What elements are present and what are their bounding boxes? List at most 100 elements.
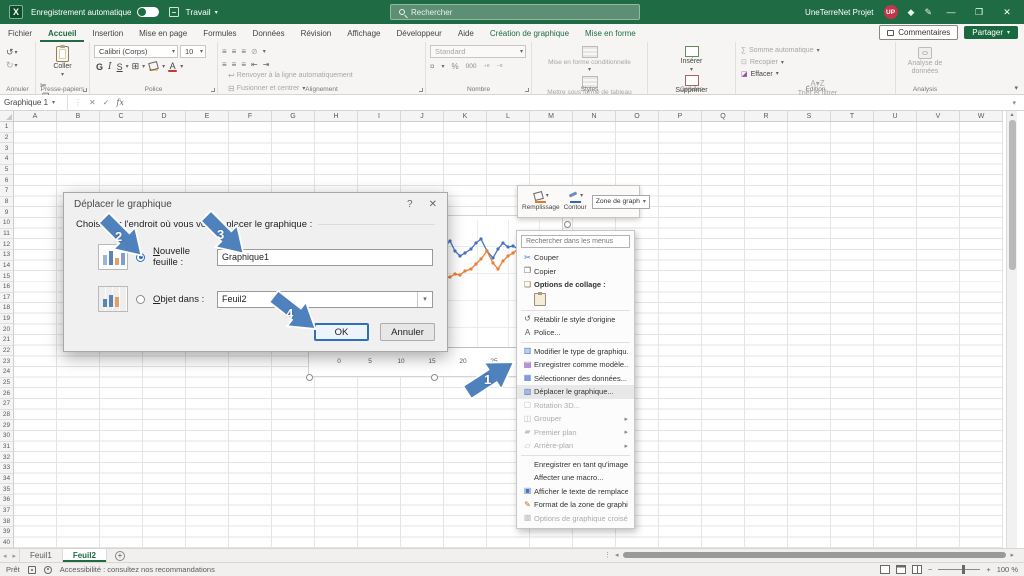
autosave-toggle[interactable] [136, 7, 159, 17]
column-header-I[interactable]: I [358, 111, 401, 121]
workbook-name[interactable]: Travail ▾ [186, 7, 218, 17]
ok-button[interactable]: OK [314, 323, 369, 341]
sheet-nav-right-icon[interactable]: ▸ [10, 552, 20, 560]
column-header-P[interactable]: P [659, 111, 702, 121]
tab-accueil[interactable]: Accueil [40, 26, 84, 42]
avatar[interactable]: UP [883, 5, 898, 19]
menu-item-options-graphique-croise[interactable]: ▩ Options de graphique croisé... [517, 512, 634, 526]
comments-button[interactable]: Commentaires [879, 25, 959, 40]
increase-indent-icon[interactable]: ⇥ [263, 60, 270, 69]
menu-item-enregistrer-comme-modele[interactable]: ▤ Enregistrer comme modèle... [517, 358, 634, 372]
menu-item-options-de-collage[interactable]: ❏ Options de collage : [517, 278, 634, 292]
row-header-31[interactable]: 31 [0, 442, 13, 453]
align-top-icon[interactable]: ≡ [222, 47, 227, 56]
align-left-icon[interactable]: ≡ [222, 60, 227, 69]
menu-item-copier[interactable]: ❐ Copier [517, 265, 634, 279]
drag-handle-icon[interactable]: ⋮ [604, 551, 611, 559]
align-bottom-icon[interactable]: ≡ [241, 47, 246, 56]
save-icon[interactable] [168, 7, 179, 17]
row-header-24[interactable]: 24 [0, 367, 13, 378]
row-header-11[interactable]: 11 [0, 229, 13, 240]
menu-item-format-zone-graphique[interactable]: ✎ Format de la zone de graphi... [517, 498, 634, 512]
row-header-15[interactable]: 15 [0, 271, 13, 282]
wrap-text-button[interactable]: ↩ Renvoyer à la ligne automatiquement [228, 71, 421, 80]
row-header-40[interactable]: 40 [0, 538, 13, 549]
outline-button[interactable]: ▾ Contour [563, 192, 588, 211]
row-header-25[interactable]: 25 [0, 378, 13, 389]
conditional-formatting-button[interactable]: Mise en forme conditionnelle ▾ [536, 45, 643, 75]
menu-item-enregistrer-image[interactable]: Enregistrer en tant qu'image... [517, 458, 634, 472]
insert-cells-button[interactable]: Insérer ▾ [652, 45, 731, 74]
help-icon[interactable]: ? [407, 199, 413, 210]
autosave-toggle-group[interactable]: Enregistrement automatique [31, 7, 159, 17]
column-header-V[interactable]: V [917, 111, 960, 121]
select-all-corner[interactable] [0, 111, 14, 121]
column-header-R[interactable]: R [745, 111, 788, 121]
menu-item-affecter-macro[interactable]: Affecter une macro... [517, 471, 634, 485]
fill-button[interactable]: ⊡ Recopier ▾ [740, 58, 891, 68]
scroll-up-icon[interactable]: ▴ [1010, 111, 1013, 118]
tab-affichage[interactable]: Affichage [339, 26, 388, 42]
menu-search-box[interactable] [521, 235, 630, 248]
column-header-E[interactable]: E [186, 111, 229, 121]
font-family-combo[interactable]: Calibri (Corps) ▾ [94, 45, 178, 58]
row-header-38[interactable]: 38 [0, 516, 13, 527]
name-box[interactable]: Graphique 1 ▾ [0, 95, 68, 110]
scroll-right-icon[interactable]: ▸ [1010, 551, 1014, 559]
row-headers[interactable]: 1 2 3 4 5 6 7 8 9 10 11 12 13 14 15 16 17 18 19 20 21 22 23 24 2… [0, 122, 14, 549]
page-layout-view-icon[interactable] [895, 565, 906, 574]
close-button[interactable]: ✕ [998, 7, 1016, 18]
clear-button[interactable]: ◪ Effacer ▾ [740, 70, 891, 80]
column-header-A[interactable]: A [14, 111, 57, 121]
row-header-20[interactable]: 20 [0, 324, 13, 336]
row-header-17[interactable]: 17 [0, 293, 13, 304]
paste-option-icon[interactable] [534, 292, 546, 306]
align-middle-icon[interactable]: ≡ [232, 47, 237, 56]
tab-insertion[interactable]: Insertion [84, 26, 131, 42]
horizontal-scroll-thumb[interactable] [622, 552, 1007, 558]
row-header-22[interactable]: 22 [0, 346, 13, 357]
column-header-N[interactable]: N [573, 111, 616, 121]
column-header-F[interactable]: F [229, 111, 272, 121]
formula-input[interactable] [129, 95, 1013, 110]
column-header-O[interactable]: O [616, 111, 659, 121]
fill-button[interactable]: ▾ Remplissage [521, 192, 561, 211]
column-header-D[interactable]: D [143, 111, 186, 121]
tab-mise-en-forme[interactable]: Mise en forme [577, 26, 644, 42]
chart-handle-top-right[interactable] [564, 221, 571, 228]
chart-element-combo[interactable]: Zone de graph ▾ [591, 194, 650, 209]
autosum-button[interactable]: ∑ Somme automatique ▾ [740, 46, 891, 56]
fill-color-button[interactable] [146, 62, 161, 71]
column-header-H[interactable]: H [315, 111, 358, 121]
undo-button[interactable]: ↺ ▾ [4, 47, 31, 58]
menu-item-premier-plan[interactable]: ▰ Premier plan ▸ [517, 426, 634, 440]
column-header-K[interactable]: K [444, 111, 487, 121]
vertical-scrollbar[interactable]: ▴ [1006, 111, 1017, 548]
row-header-32[interactable]: 32 [0, 452, 13, 463]
menu-item-deplacer-graphique[interactable]: ▧ Déplacer le graphique... [517, 385, 634, 399]
column-header-Q[interactable]: Q [702, 111, 745, 121]
borders-button[interactable]: ⊞ [130, 61, 142, 72]
column-header-L[interactable]: L [487, 111, 530, 121]
scroll-left-icon[interactable]: ◂ [615, 551, 619, 559]
tab-formules[interactable]: Formules [195, 26, 244, 42]
accessibility-status[interactable]: Accessibilité : consultez nos recommanda… [60, 565, 215, 574]
vertical-scroll-thumb[interactable] [1008, 120, 1016, 270]
tab-développeur[interactable]: Développeur [388, 26, 449, 42]
tab-mise-en-page[interactable]: Mise en page [131, 26, 195, 42]
increase-decimal-icon[interactable]: ⁺⁰ [483, 63, 489, 71]
row-header-36[interactable]: 36 [0, 495, 13, 506]
zoom-level[interactable]: 100 % [997, 565, 1018, 574]
row-header-27[interactable]: 27 [0, 399, 13, 410]
page-break-view-icon[interactable] [911, 565, 922, 574]
number-dialog-launcher[interactable] [525, 88, 529, 92]
row-header-5[interactable]: 5 [0, 165, 13, 176]
object-in-radio[interactable] [136, 294, 145, 304]
row-header-7[interactable]: 7 [0, 186, 13, 197]
row-header-13[interactable]: 13 [0, 250, 13, 261]
search-box[interactable]: Rechercher [390, 4, 640, 20]
row-header-10[interactable]: 10 [0, 218, 13, 229]
align-center-icon[interactable]: ≡ [232, 60, 237, 69]
row-header-3[interactable]: 3 [0, 143, 13, 154]
row-header-35[interactable]: 35 [0, 484, 13, 495]
